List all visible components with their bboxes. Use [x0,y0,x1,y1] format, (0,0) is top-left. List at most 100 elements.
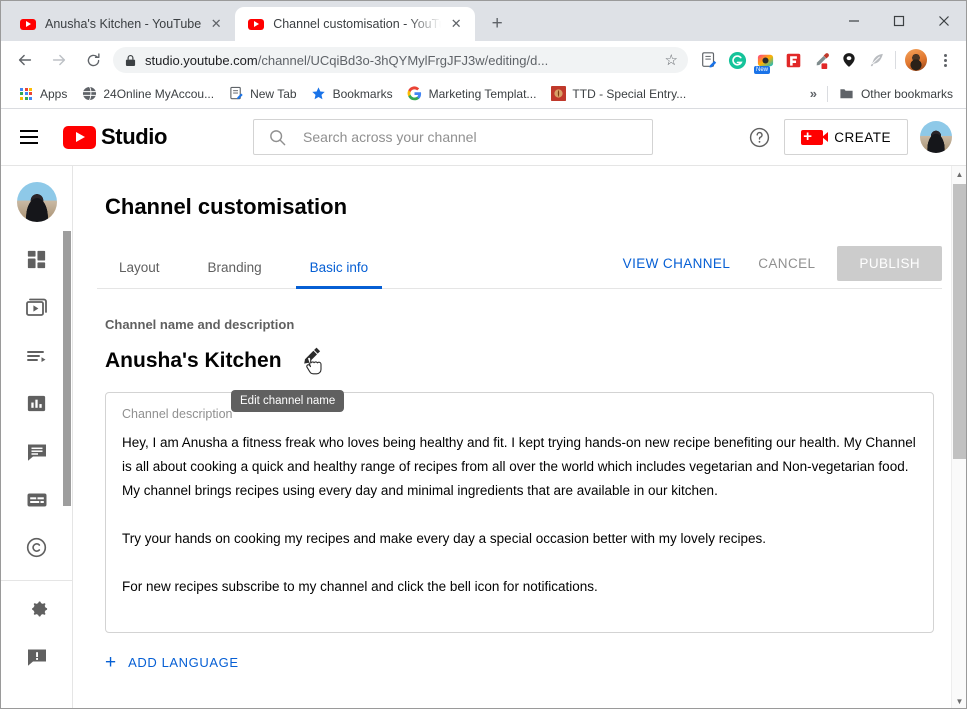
plus-icon: + [105,652,117,673]
other-bookmarks-label: Other bookmarks [860,86,953,101]
page-viewport: Studio Search across your channel CREATE [1,109,966,708]
eyedropper-extension-icon[interactable] [808,47,834,73]
edit-pencil-icon[interactable] [296,344,330,378]
youtube-logo-icon [63,125,96,149]
back-arrow-icon[interactable] [11,46,39,74]
tab-strip: Anusha's Kitchen - YouTube ✕ Channel cus… [1,1,966,41]
playlist-icon [25,344,49,373]
page-scrollbar[interactable]: ▲ ▼ [951,166,966,708]
description-paragraph: Try your hands on cooking my recipes and… [122,531,767,546]
account-avatar[interactable] [920,121,952,153]
search-input[interactable]: Search across your channel [253,119,654,155]
feather-extension-icon[interactable] [864,47,890,73]
youtube-icon [20,16,36,32]
bookmark-label: 24Online MyAccou... [103,86,215,101]
cancel-button[interactable]: CANCEL [746,247,827,280]
tab-title: Channel customisation - YouTube Studio [273,17,441,31]
description-paragraph: Hey, I am Anusha a fitness freak who lov… [122,435,916,498]
sidebar-item-analytics[interactable] [1,382,72,430]
sidebar-item-send-feedback[interactable] [1,635,72,683]
sidebar-item-settings[interactable] [1,587,72,635]
close-icon[interactable] [921,5,966,37]
browser-window: Anusha's Kitchen - YouTube ✕ Channel cus… [0,0,967,709]
apps-grid-icon [18,86,34,102]
grammarly-extension-icon[interactable] [724,47,750,73]
location-pin-extension-icon[interactable] [836,47,862,73]
channel-avatar[interactable] [16,182,57,222]
studio-header: Studio Search across your channel CREATE [1,109,966,166]
search-wrapper: Search across your channel [253,119,654,155]
tab-branding[interactable]: Branding [194,250,276,288]
bookmarks-overflow-button[interactable]: » [804,86,823,101]
search-icon [268,128,287,147]
content-tabs: Layout Branding Basic info VIEW CHANNEL … [97,246,942,289]
description-paragraph: For new recipes subscribe to my channel … [122,579,598,594]
browser-toolbar: studio.youtube.com/channel/UCqiBd3o-3hQY… [1,41,966,79]
minimize-icon[interactable] [831,5,876,37]
flipboard-extension-icon[interactable] [780,47,806,73]
page-scrollbar-thumb[interactable] [953,184,966,459]
reload-icon[interactable] [79,46,107,74]
analytics-bar-chart-icon [25,392,48,420]
youtube-icon [248,16,265,32]
tab-title: Anusha's Kitchen - YouTube [45,17,202,31]
address-bar[interactable]: studio.youtube.com/channel/UCqiBd3o-3hQY… [113,47,688,73]
sidebar-item-subtitles[interactable] [1,478,72,526]
screenshot-extension-icon[interactable]: New [752,47,778,74]
bookmark-label: TTD - Special Entry... [572,86,687,101]
studio-sidebar [1,166,73,708]
browser-tab-2[interactable]: Channel customisation - YouTube Studio ✕ [235,7,476,41]
section-label: Channel name and description [105,317,295,332]
sidebar-item-playlists[interactable] [1,334,72,382]
studio-logo[interactable]: Studio [63,124,167,150]
create-button[interactable]: CREATE [784,119,908,155]
browser-tab-1[interactable]: Anusha's Kitchen - YouTube ✕ [7,7,236,41]
studio-body: Channel customisation Layout Branding Ba… [1,166,966,708]
kebab-menu-icon[interactable] [932,47,958,73]
scroll-up-arrow-icon[interactable]: ▲ [952,166,966,182]
bookmark-marketing-template[interactable]: Marketing Templat... [400,83,544,105]
bookmark-label: New Tab [250,86,297,101]
dashboard-icon [25,248,48,276]
search-placeholder: Search across your channel [303,129,477,145]
new-tab-button[interactable]: + [483,10,511,38]
forward-arrow-icon [45,46,73,74]
sidebar-item-dashboard[interactable] [1,238,72,286]
star-icon[interactable]: ☆ [665,51,678,69]
profile-avatar[interactable] [903,47,929,73]
bookmark-label: Marketing Templat... [428,86,537,101]
url-domain: studio.youtube.com [145,52,258,68]
bookmark-ttd[interactable]: TTD - Special Entry... [543,83,693,105]
sidebar-divider [1,580,72,581]
extension-badge: New [754,66,771,74]
bookmark-apps[interactable]: Apps [11,83,74,105]
content-inner: Channel customisation Layout Branding Ba… [73,166,966,672]
sidebar-item-content[interactable] [1,286,72,334]
feedback-icon [25,645,49,674]
other-bookmarks-button[interactable]: Other bookmarks [832,83,960,105]
sidebar-scrollbar-thumb[interactable] [63,231,71,506]
bookmarks-divider [826,85,828,102]
sidebar-item-comments[interactable] [1,430,72,478]
note-edit-extension-icon[interactable] [696,47,722,73]
bookmarks-bar: Apps 24Online MyAccou... New Tab Bookmar… [1,79,966,109]
bookmark-24online[interactable]: 24Online MyAccou... [74,83,221,105]
channel-description-field[interactable]: Channel description Hey, I am Anusha a f… [105,392,934,633]
sidebar-item-copyright[interactable] [1,526,72,574]
url-text: studio.youtube.com/channel/UCqiBd3o-3hQY… [145,53,657,68]
add-language-button[interactable]: + ADD LANGUAGE [105,653,942,672]
view-channel-button[interactable]: VIEW CHANNEL [611,247,743,280]
bookmark-bookmarks[interactable]: Bookmarks [304,83,400,105]
main-content: Channel customisation Layout Branding Ba… [73,166,966,708]
add-language-label: ADD LANGUAGE [128,655,239,670]
maximize-icon[interactable] [876,5,921,37]
tab-layout[interactable]: Layout [105,250,174,288]
tab-basic-info[interactable]: Basic info [295,250,383,289]
close-icon[interactable]: ✕ [447,15,465,33]
scroll-down-arrow-icon[interactable]: ▼ [952,693,966,708]
bookmark-new-tab[interactable]: New Tab [221,83,303,105]
page-title: Channel customisation [105,194,348,219]
help-circle-icon[interactable] [746,124,772,150]
hamburger-menu-icon[interactable] [1,109,57,165]
close-icon[interactable]: ✕ [207,15,225,33]
